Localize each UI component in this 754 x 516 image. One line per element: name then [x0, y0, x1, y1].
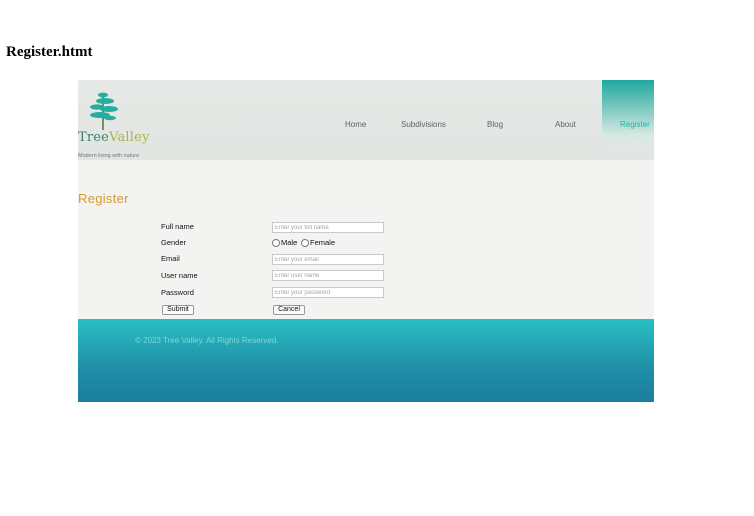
gender-male-radio[interactable] — [272, 239, 280, 247]
logo-name-valley: Valley — [109, 130, 150, 145]
site-footer: © 2023 Tree Valley. All Rights Reserved. — [78, 319, 654, 402]
gender-female-label: Female — [310, 238, 336, 247]
gender-female-radio[interactable] — [301, 239, 309, 247]
tree-icon — [90, 92, 118, 130]
nav-register[interactable]: Register — [602, 80, 654, 148]
page-title: Register — [78, 191, 129, 206]
nav-home[interactable]: Home — [345, 120, 366, 129]
email-input[interactable] — [272, 254, 384, 265]
site-header: TreeValley Modern living with nature Hom… — [78, 80, 654, 160]
username-label: User name — [161, 271, 198, 280]
logo-wordmark: TreeValley — [78, 130, 150, 145]
site-logo[interactable]: TreeValley Modern living with nature — [78, 90, 168, 159]
submit-button[interactable]: Submit — [162, 305, 194, 315]
gender-male-label: Male — [281, 238, 298, 247]
gender-label: Gender — [161, 238, 187, 247]
fullname-input[interactable] — [272, 222, 384, 233]
logo-tagline: Modern living with nature — [78, 153, 140, 159]
cancel-button[interactable]: Cancel — [273, 305, 305, 315]
nav-subdivisions[interactable]: Subdivisions — [401, 120, 446, 129]
username-input[interactable] — [272, 270, 384, 281]
main-content: Register Full name Gender Male Female Em… — [78, 160, 654, 319]
logo-name-tree: Tree — [78, 130, 110, 145]
website-screenshot: TreeValley Modern living with nature Hom… — [78, 80, 654, 402]
fullname-label: Full name — [161, 222, 194, 231]
copyright-text: © 2023 Tree Valley. All Rights Reserved. — [135, 336, 279, 345]
nav-about[interactable]: About — [555, 120, 576, 129]
nav-register-label: Register — [620, 120, 650, 129]
document-title: Register.htmt — [6, 44, 93, 60]
password-label: Password — [161, 288, 194, 297]
email-label: Email — [161, 254, 180, 263]
nav-blog[interactable]: Blog — [487, 120, 503, 129]
password-input[interactable] — [272, 287, 384, 298]
